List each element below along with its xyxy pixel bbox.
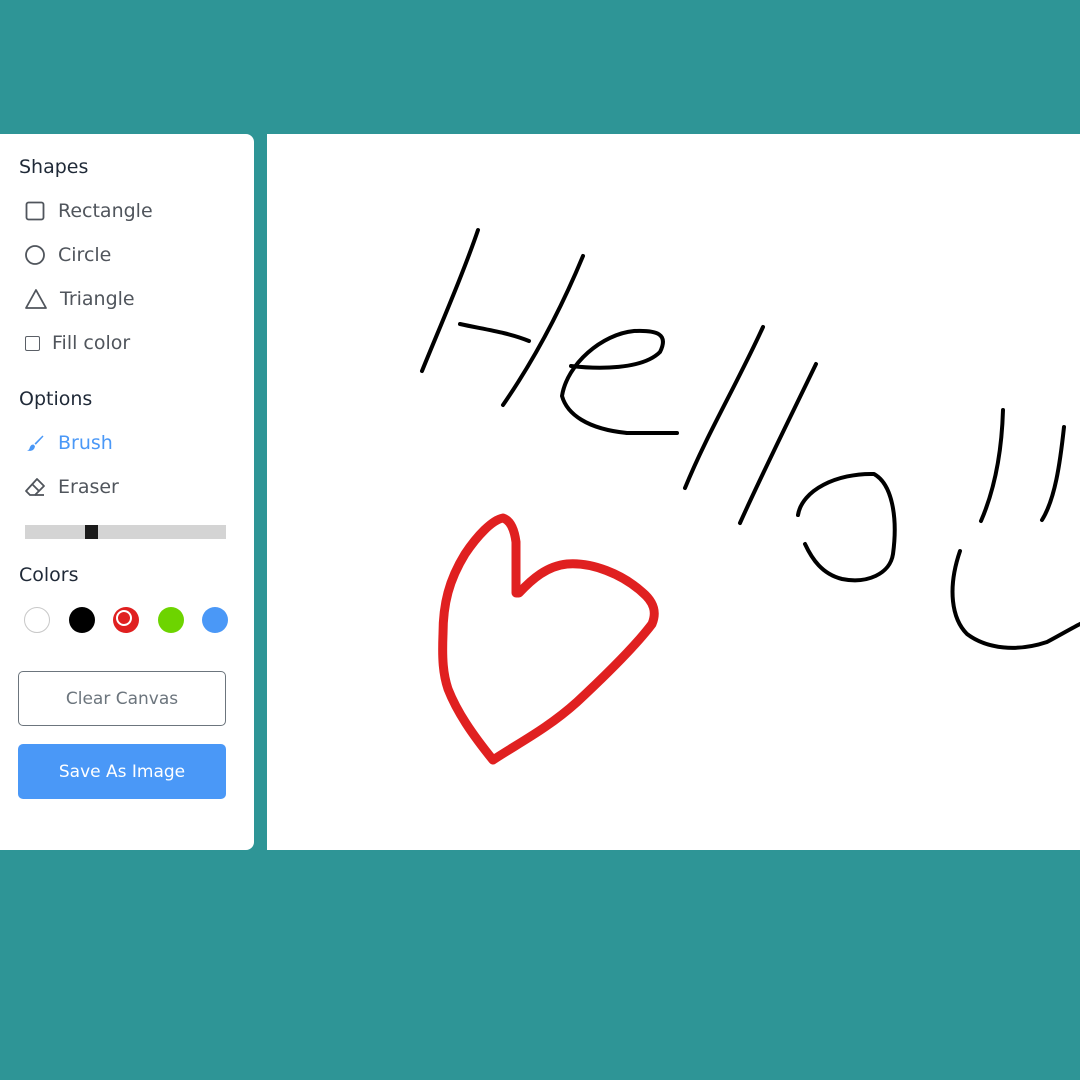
drawn-stroke [1040,425,1066,522]
eraser-icon [24,476,46,498]
color-swatch[interactable] [113,607,139,633]
drawing-canvas[interactable] [267,134,1080,850]
drawn-stroke [683,325,765,490]
color-swatch[interactable] [69,607,95,633]
drawn-stroke [560,328,665,435]
square-outline-icon [24,200,46,222]
shape-rectangle[interactable]: Rectangle [24,200,153,222]
drawn-stroke [501,254,585,407]
color-swatch[interactable] [158,607,184,633]
brush-icon [24,432,46,454]
shapes-title: Shapes [19,156,89,178]
shape-circle-label: Circle [58,244,112,266]
fill-color-label: Fill color [52,332,131,354]
shape-triangle[interactable]: Triangle [24,288,135,310]
canvas-drawing [420,228,1080,765]
fill-color-checkbox[interactable] [25,335,40,351]
drawn-stroke [950,549,1080,650]
drawn-stroke [458,322,531,343]
triangle-outline-icon [24,288,48,310]
tool-brush-label: Brush [58,432,113,454]
color-swatch[interactable] [24,607,50,633]
fill-color-toggle[interactable]: Fill color [25,332,130,354]
clear-canvas-button[interactable]: Clear Canvas [18,671,226,726]
options-title: Options [19,388,93,410]
color-swatch[interactable] [202,607,228,633]
tool-eraser-label: Eraser [58,476,119,498]
shape-circle[interactable]: Circle [24,244,111,266]
tool-eraser[interactable]: Eraser [24,476,119,498]
brush-size-slider[interactable] [25,525,226,539]
colors-title: Colors [19,564,79,586]
brush-size-thumb[interactable] [85,525,98,539]
drawn-stroke [979,408,1005,523]
tools-board: Shapes Rectangle Circle Triangle Fill co… [0,134,254,850]
shape-triangle-label: Triangle [60,288,135,310]
save-image-button[interactable]: Save As Image [18,744,226,799]
tool-brush[interactable]: Brush [24,432,113,454]
drawn-stroke [796,471,897,583]
circle-outline-icon [24,244,46,266]
drawn-stroke [420,228,480,373]
shape-rectangle-label: Rectangle [58,200,153,222]
